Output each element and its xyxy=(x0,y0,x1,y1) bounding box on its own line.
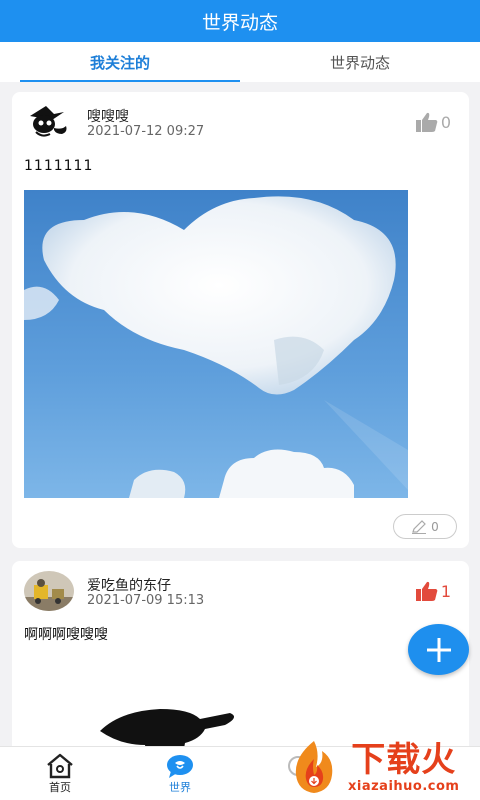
app-title-bar: 世界动态 xyxy=(0,0,480,42)
comment-count: 0 xyxy=(431,519,439,534)
tab-world-feed-label: 世界动态 xyxy=(329,53,390,72)
post-timestamp: 2021-07-09 15:13 xyxy=(87,593,205,608)
post-image[interactable] xyxy=(24,190,408,498)
like-button[interactable]: 1 xyxy=(415,581,451,601)
tab-world-feed[interactable]: 世界动态 xyxy=(240,42,480,82)
post-username[interactable]: 嗖嗖嗖 xyxy=(87,106,129,126)
post-text: 1111111 xyxy=(24,158,94,174)
post-card[interactable]: 嗖嗖嗖 2021-07-12 09:27 0 1111111 0 xyxy=(12,92,469,548)
like-count: 1 xyxy=(440,581,451,601)
post-username[interactable]: 爱吃鱼的东仔 xyxy=(87,575,171,595)
page-title: 世界动态 xyxy=(201,11,278,34)
nav-home[interactable]: 首页 xyxy=(30,753,90,795)
flame-logo-icon xyxy=(295,741,333,793)
thumbs-up-icon xyxy=(415,112,438,132)
post-timestamp: 2021-07-12 09:27 xyxy=(87,124,205,139)
watermark-text: 下载火 xyxy=(351,739,457,780)
thumbs-up-icon xyxy=(415,581,438,601)
post-text: 啊啊啊嗖嗖嗖 xyxy=(24,627,108,643)
plus-icon xyxy=(426,637,451,662)
tab-following-label: 我关注的 xyxy=(89,53,150,72)
nav-world-label: 世界 xyxy=(169,781,191,794)
tab-following[interactable]: 我关注的 xyxy=(0,42,240,82)
pencil-icon xyxy=(412,519,427,534)
like-button[interactable]: 0 xyxy=(415,112,451,132)
nav-world[interactable]: 世界 xyxy=(150,753,210,795)
comment-button[interactable]: 0 xyxy=(393,514,457,539)
avatar[interactable] xyxy=(24,571,74,611)
watermark: 下载火 xiazaihuo.com xyxy=(284,734,480,800)
like-count: 0 xyxy=(440,112,451,132)
watermark-url: xiazaihuo.com xyxy=(348,778,460,794)
tab-bar: 我关注的 世界动态 xyxy=(0,42,480,82)
home-icon xyxy=(47,753,73,779)
avatar[interactable] xyxy=(24,102,74,142)
nav-home-label: 首页 xyxy=(49,781,71,794)
world-chat-icon xyxy=(167,755,193,778)
create-post-button[interactable] xyxy=(408,624,469,675)
